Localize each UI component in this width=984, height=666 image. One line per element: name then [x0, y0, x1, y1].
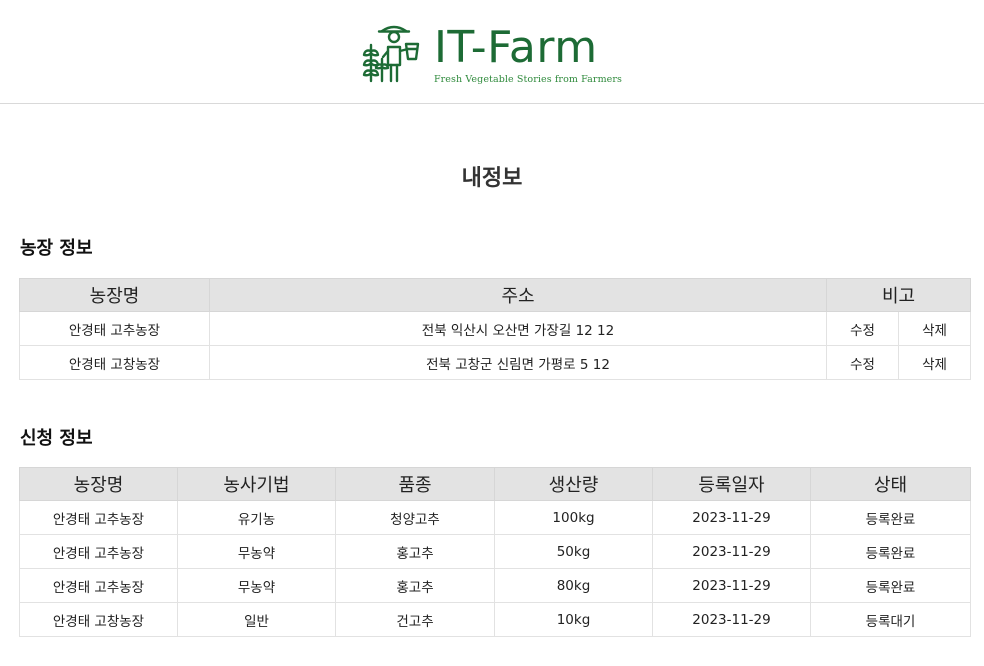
table-row: 안경태 고창농장 일반 건고추 10kg 2023-11-29 등록대기 [19, 602, 971, 637]
column-header-farm-name: 농장명 [19, 467, 178, 501]
table-header-row: 농장명 주소 비고 [19, 278, 971, 312]
brand-tagline: Fresh Vegetable Stories from Farmers [433, 74, 623, 85]
method-cell: 무농약 [177, 534, 336, 569]
table-header-row: 농장명 농사기법 품종 생산량 등록일자 상태 [19, 467, 971, 501]
column-header-farm-name: 농장명 [19, 278, 210, 312]
farm-info-table: 농장명 주소 비고 안경태 고추농장 전북 익산시 오산면 가장길 12 12 … [19, 278, 971, 380]
date-cell: 2023-11-29 [652, 568, 811, 603]
table-row: 안경태 고추농장 유기농 청양고추 100kg 2023-11-29 등록완료 [19, 500, 971, 535]
table-row: 안경태 고추농장 무농약 홍고추 80kg 2023-11-29 등록완료 [19, 568, 971, 603]
status-cell: 등록완료 [810, 500, 971, 535]
delete-button[interactable]: 삭제 [898, 345, 971, 380]
variety-cell: 청양고추 [335, 500, 495, 535]
status-cell: 등록완료 [810, 568, 971, 603]
method-cell: 무농약 [177, 568, 336, 603]
column-header-method: 농사기법 [177, 467, 336, 501]
table-row: 안경태 고추농장 전북 익산시 오산면 가장길 12 12 수정 삭제 [19, 311, 971, 346]
farm-name-cell: 안경태 고추농장 [19, 311, 210, 346]
page-title: 내정보 [461, 166, 523, 191]
farm-name-cell: 안경태 고추농장 [19, 568, 178, 603]
date-cell: 2023-11-29 [652, 602, 811, 637]
column-header-status: 상태 [810, 467, 971, 501]
column-header-amount: 생산량 [494, 467, 653, 501]
table-row: 안경태 고추농장 무농약 홍고추 50kg 2023-11-29 등록완료 [19, 534, 971, 569]
edit-button[interactable]: 수정 [826, 311, 899, 346]
amount-cell: 10kg [494, 602, 653, 637]
brand-name: IT-Farm [433, 22, 598, 73]
farm-name-cell: 안경태 고추농장 [19, 534, 178, 569]
edit-button[interactable]: 수정 [826, 345, 899, 380]
site-header: IT-Farm Fresh Vegetable Stories from Far… [0, 0, 984, 104]
column-header-note: 비고 [826, 278, 971, 312]
column-header-address: 주소 [209, 278, 827, 312]
variety-cell: 홍고추 [335, 534, 495, 569]
farm-name-cell: 안경태 고추농장 [19, 500, 178, 535]
variety-cell: 건고추 [335, 602, 495, 637]
farmer-with-plants-icon [362, 25, 420, 82]
status-cell: 등록대기 [810, 602, 971, 637]
date-cell: 2023-11-29 [652, 500, 811, 535]
method-cell: 유기농 [177, 500, 336, 535]
application-info-table: 농장명 농사기법 품종 생산량 등록일자 상태 안경태 고추농장 유기농 청양고… [19, 467, 971, 637]
farm-name-cell: 안경태 고창농장 [19, 602, 178, 637]
delete-button[interactable]: 삭제 [898, 311, 971, 346]
address-cell: 전북 익산시 오산면 가장길 12 12 [209, 311, 827, 346]
amount-cell: 100kg [494, 500, 653, 535]
column-header-date: 등록일자 [652, 467, 811, 501]
farm-name-cell: 안경태 고창농장 [19, 345, 210, 380]
date-cell: 2023-11-29 [652, 534, 811, 569]
column-header-variety: 품종 [335, 467, 495, 501]
application-info-title: 신청 정보 [20, 428, 93, 449]
site-logo[interactable]: IT-Farm Fresh Vegetable Stories from Far… [362, 18, 622, 85]
amount-cell: 80kg [494, 568, 653, 603]
amount-cell: 50kg [494, 534, 653, 569]
address-cell: 전북 고창군 신림면 가평로 5 12 [209, 345, 827, 380]
status-cell: 등록완료 [810, 534, 971, 569]
method-cell: 일반 [177, 602, 336, 637]
farm-info-title: 농장 정보 [20, 238, 93, 259]
table-row: 안경태 고창농장 전북 고창군 신림면 가평로 5 12 수정 삭제 [19, 345, 971, 380]
variety-cell: 홍고추 [335, 568, 495, 603]
